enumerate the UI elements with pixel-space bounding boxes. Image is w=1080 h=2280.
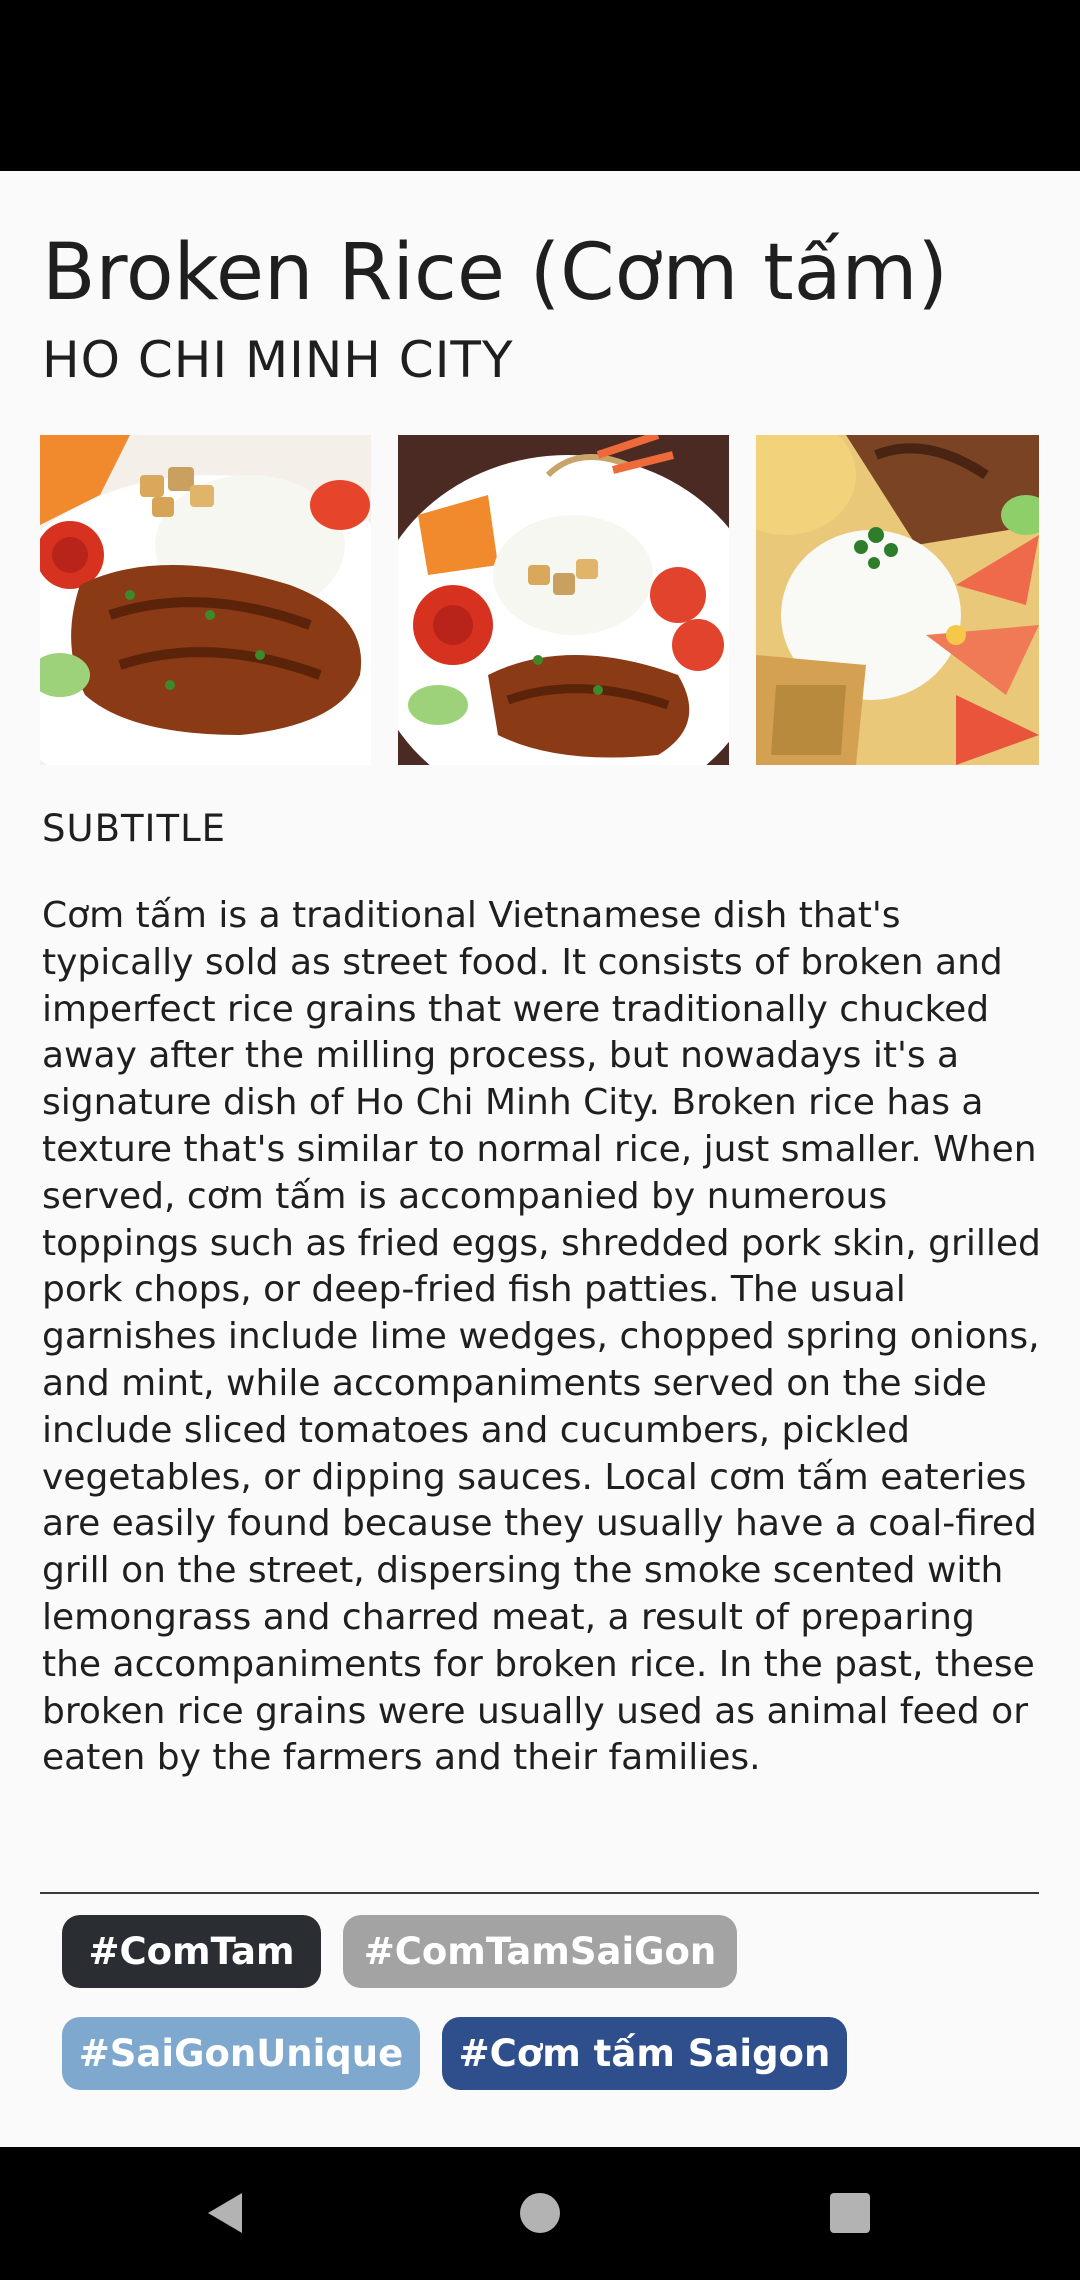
photo-gallery[interactable] [40,435,1039,765]
back-triangle-icon[interactable] [204,2191,248,2235]
tag-com-tam-saigon[interactable]: #Cơm tấm Saigon [442,2017,847,2090]
status-bar [0,0,1080,171]
location-label: HO CHI MINH CITY [42,331,514,389]
recents-square-icon[interactable] [828,2191,872,2235]
page-title: Broken Rice (Cơm tấm) [42,228,948,318]
divider [40,1892,1039,1894]
section-subtitle: SUBTITLE [42,807,227,850]
home-circle-icon[interactable] [518,2191,562,2235]
food-photo-3[interactable] [756,435,1039,765]
dish-description: Cơm tấm is a traditional Vietnamese dish… [42,895,1041,1779]
tag-comtamsaigon[interactable]: #ComTamSaiGon [343,1915,737,1988]
navigation-bar [0,2147,1080,2280]
food-photo-1[interactable] [40,435,371,765]
food-photo-2[interactable] [398,435,729,765]
tag-comtam[interactable]: #ComTam [62,1915,321,1988]
detail-content: Broken Rice (Cơm tấm) HO CHI MINH CITY S… [0,171,1080,2147]
tag-saigonunique[interactable]: #SaiGonUnique [62,2017,420,2090]
